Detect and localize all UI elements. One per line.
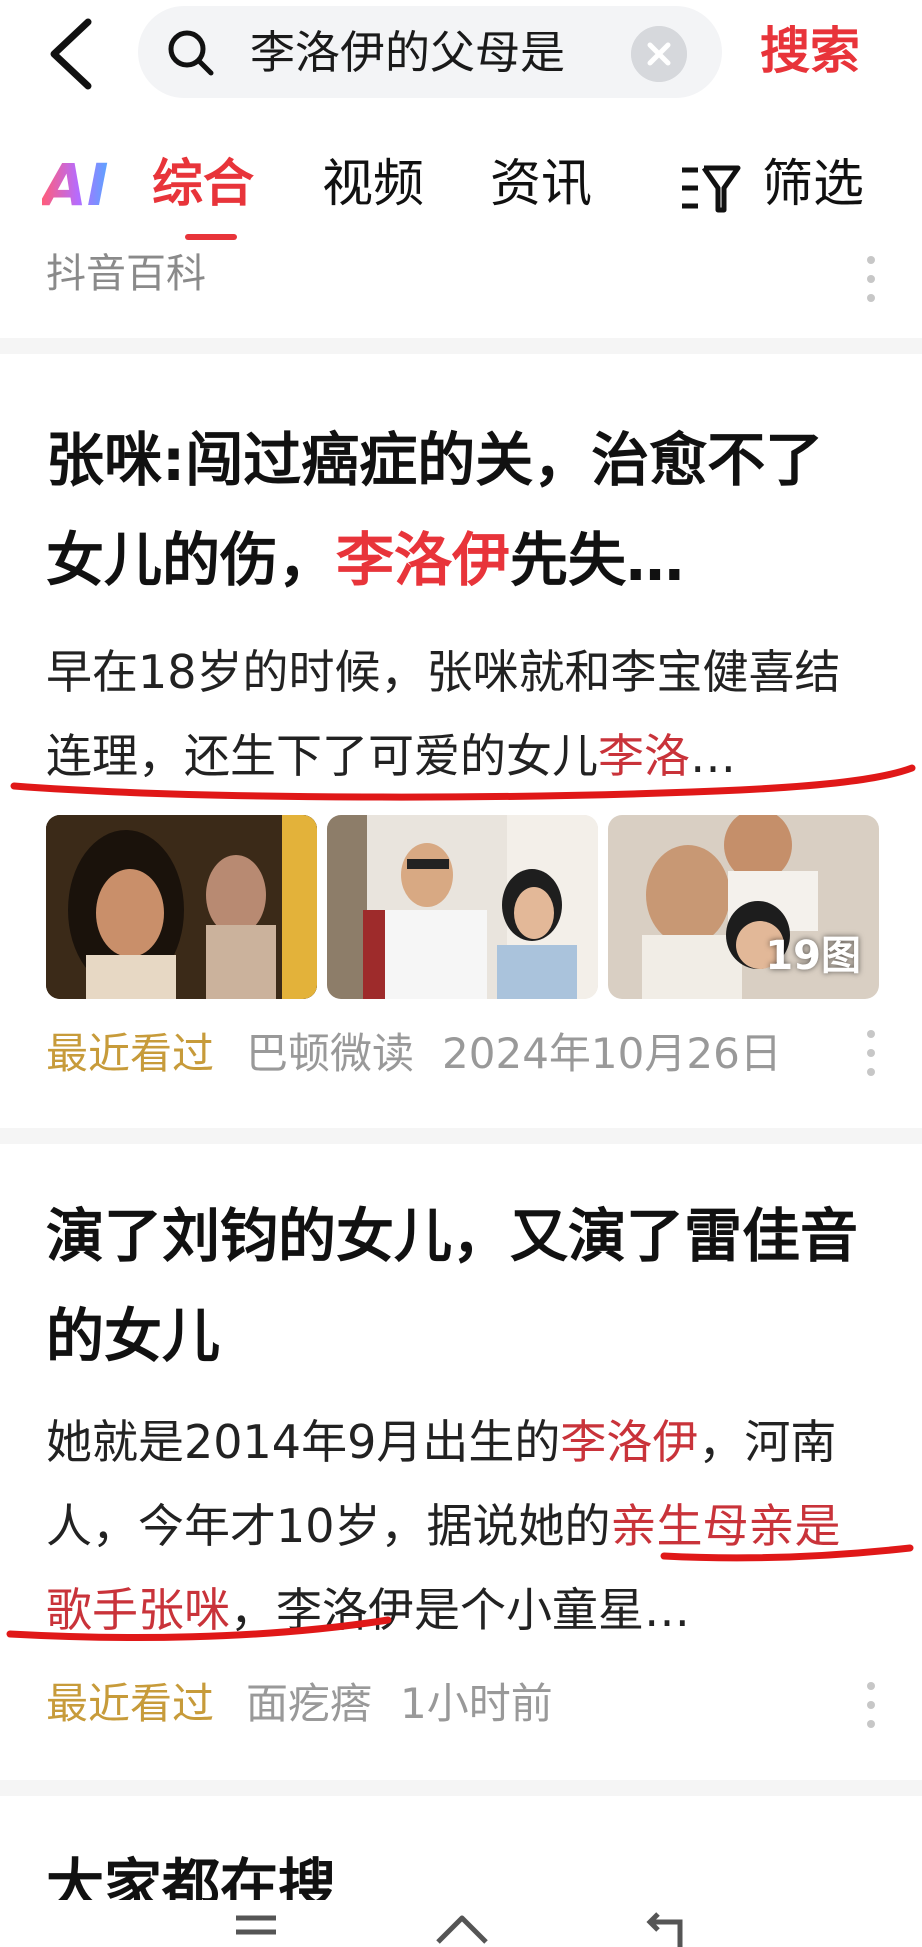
clear-icon[interactable] [631,26,687,82]
baike-source[interactable]: 抖音百科 [46,246,206,302]
tab-comprehensive[interactable]: 综合 [152,150,254,220]
result-image[interactable] [327,815,598,999]
tab-bar: AI 综合 视频 资讯 筛选 [0,150,922,230]
more-icon[interactable] [866,256,876,302]
back-nav-icon[interactable] [640,1912,690,1947]
snippet-highlight: 李洛伊 [560,1415,699,1469]
divider [0,1128,922,1144]
tab-news[interactable]: 资讯 [490,150,592,220]
image-count: 19图 [765,933,861,979]
result-meta: 最近看过 巴顿微读 2024年10月26日 [46,1024,782,1084]
search-input[interactable]: 李洛伊的父母是 [138,6,722,98]
tab-video[interactable]: 视频 [322,150,424,220]
menu-icon[interactable] [232,1912,280,1947]
result-snippet[interactable]: 早在18岁的时候，张咪就和李宝健喜结连理，还生下了可爱的女儿李洛… [46,630,886,798]
active-tab-indicator [185,234,237,240]
snippet-text: … [690,729,736,783]
divider [0,338,922,354]
more-icon[interactable] [866,1682,876,1728]
result-image[interactable]: 19图 [608,815,879,999]
result-source[interactable]: 巴顿微读 [246,1029,414,1078]
tab-filter-label[interactable]: 筛选 [762,150,864,220]
search-icon [168,30,214,76]
result-date: 2024年10月26日 [442,1029,782,1078]
divider [0,1780,922,1796]
more-icon[interactable] [866,1030,876,1076]
tab-ai[interactable]: AI [42,150,108,220]
snippet-highlight: 李洛 [598,729,690,783]
result-title[interactable]: 演了刘钧的女儿，又演了雷佳音的女儿 [46,1186,876,1386]
search-query-text[interactable]: 李洛伊的父母是 [250,28,632,78]
result-title-highlight: 李洛伊 [336,526,511,594]
filter-icon[interactable] [680,160,742,216]
system-nav-bar [0,1900,922,1947]
recent-viewed-label: 最近看过 [46,1029,215,1078]
back-arrow-icon[interactable] [42,14,102,94]
snippet-text: ，李洛伊是个小童星… [230,1583,690,1637]
result-meta: 最近看过 面疙瘩 1小时前 [46,1674,553,1734]
result-image[interactable] [46,815,317,999]
top-bar: 李洛伊的父母是 搜索 [0,0,922,112]
result-source[interactable]: 面疙瘩 [246,1679,372,1728]
result-title[interactable]: 张咪:闯过癌症的关，治愈不了女儿的伤，李洛伊先失… [46,410,876,610]
result-date: 1小时前 [400,1679,553,1728]
result-snippet[interactable]: 她就是2014年9月出生的李洛伊，河南人，今年才10岁，据说她的亲生母亲是歌手张… [46,1400,886,1652]
result-title-text: 先失… [510,526,685,594]
recent-viewed-label: 最近看过 [46,1679,215,1728]
snippet-text: 她就是2014年9月出生的 [46,1415,561,1469]
home-icon[interactable] [434,1912,490,1947]
search-button[interactable]: 搜索 [760,18,860,84]
